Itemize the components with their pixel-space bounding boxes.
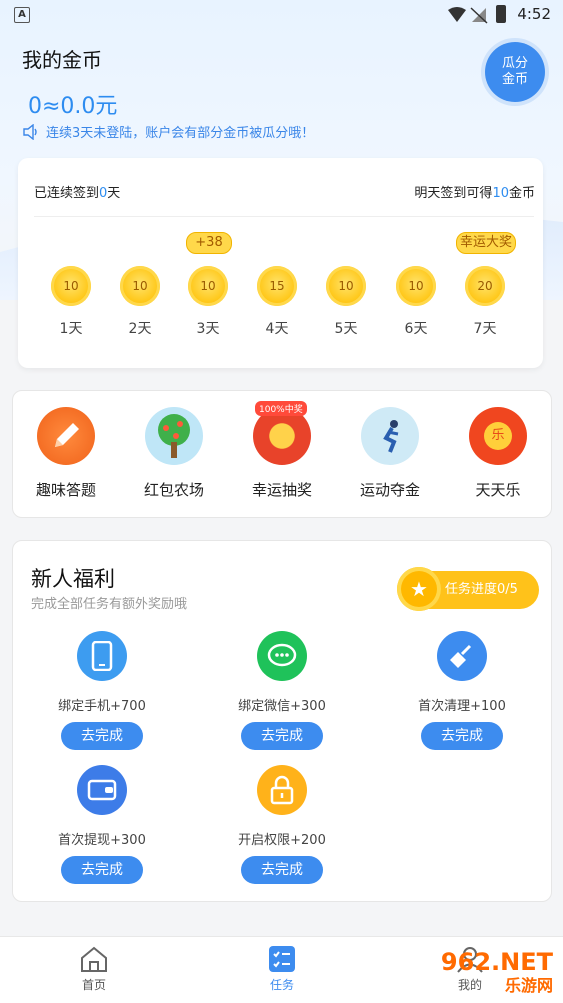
day-item[interactable]: 10 5天 (325, 266, 367, 338)
feature-grid: 趣味答题 红包农场 100%中奖 幸运抽奖 运动夺金 乐 天天乐 (12, 390, 552, 518)
day-label: 1天 (59, 321, 83, 337)
lock-icon (257, 765, 307, 815)
task-bind-wechat: 绑定微信+300 去完成 (207, 631, 357, 750)
watermark-line2: 乐游网 (504, 976, 553, 995)
feature-farm[interactable]: 红包农场 (129, 407, 219, 500)
task-go-button[interactable]: 去完成 (61, 856, 143, 884)
day-item[interactable]: 10 1天 (50, 266, 92, 338)
newbie-card: 新人福利 完成全部任务有额外奖励哦 ★ 任务进度0/5 绑定手机+700 去完成… (12, 540, 552, 902)
wheel-icon: 100%中奖 (253, 401, 311, 465)
day-label: 4天 (265, 321, 289, 337)
tab-label: 任务 (269, 978, 294, 992)
day-item[interactable]: 15 4天 (256, 266, 298, 338)
tomorrow-reward-text: 明天签到可得10金币 (414, 182, 535, 201)
wallet-icon (77, 765, 127, 815)
task-icon (269, 946, 295, 972)
watermark: 962.NET 乐游网 (441, 950, 553, 998)
status-indicator: A (14, 7, 30, 23)
task-label: 首次提现+300 (58, 833, 146, 848)
day-item[interactable]: 10 6天 (395, 266, 437, 338)
streak-text: 已连续签到0天 (34, 182, 120, 201)
badge-line1: 瓜分 (501, 56, 528, 71)
feature-label: 红包农场 (143, 481, 204, 499)
coin-icon: 10 (51, 266, 91, 306)
notice-bar: 连续3天未登陆，账户会有部分金币被瓜分哦！ (22, 122, 314, 141)
coin-icon: 15 (257, 266, 297, 306)
coin-icon: 10 (396, 266, 436, 306)
streak-suffix: 天 (107, 186, 121, 201)
split-coins-button[interactable]: 瓜分 金币 (485, 42, 545, 102)
home-icon (81, 946, 107, 972)
task-label: 绑定手机+700 (58, 699, 146, 714)
day-label: 6天 (404, 321, 428, 337)
feature-label: 趣味答题 (35, 481, 96, 499)
day-label: 2天 (128, 321, 152, 337)
status-bar: A 4:52 (0, 0, 563, 30)
prize-tag: 幸运大奖 (456, 232, 516, 254)
pencil-icon (37, 407, 95, 465)
task-go-button[interactable]: 去完成 (241, 722, 323, 750)
runner-icon (361, 407, 419, 465)
tomorrow-count: 10 (492, 186, 509, 201)
bonus-tag: +38 (186, 232, 232, 254)
phone-icon (77, 631, 127, 681)
coin-icon: 10 (326, 266, 366, 306)
task-label: 开启权限+200 (238, 833, 326, 848)
lottery-badge: 100%中奖 (255, 401, 307, 416)
status-time: 4:52 (517, 5, 551, 23)
task-go-button[interactable]: 去完成 (241, 856, 323, 884)
page-title: 我的金币 (22, 48, 102, 72)
streak-prefix: 已连续签到 (34, 186, 100, 201)
tab-label: 首页 (81, 978, 106, 992)
tomorrow-prefix: 明天签到可得 (414, 186, 493, 201)
feature-quiz[interactable]: 趣味答题 (21, 407, 111, 500)
feature-lottery[interactable]: 100%中奖 幸运抽奖 (237, 401, 327, 500)
tomorrow-suffix: 金币 (508, 186, 535, 201)
badge-line2: 金币 (501, 72, 528, 87)
task-label: 首次清理+100 (418, 699, 506, 714)
coin-balance: 0≈0.0元 (28, 94, 118, 119)
newbie-subtitle: 完成全部任务有额外奖励哦 (31, 597, 188, 612)
day-item[interactable]: 20 7天 (464, 266, 506, 338)
task-bind-phone: 绑定手机+700 去完成 (27, 631, 177, 750)
star-icon: ★ (397, 567, 441, 611)
feature-sport[interactable]: 运动夺金 (345, 407, 435, 500)
task-first-clean: 首次清理+100 去完成 (387, 631, 537, 750)
progress-text: 任务进度0/5 (445, 582, 518, 597)
speaker-icon (23, 123, 37, 140)
wechat-icon (257, 631, 307, 681)
day-item[interactable]: 10 3天 (187, 266, 229, 338)
coin-icon: 20 (465, 266, 505, 306)
redpacket-glyph: 乐 (484, 422, 512, 450)
task-progress[interactable]: ★ 任务进度0/5 (397, 567, 539, 611)
tab-task[interactable]: 任务 (242, 945, 322, 993)
notice-text: 连续3天未登陆，账户会有部分金币被瓜分哦！ (46, 126, 315, 141)
task-label: 绑定微信+300 (238, 699, 326, 714)
battery-icon (496, 5, 506, 23)
tab-home[interactable]: 首页 (54, 945, 134, 993)
tree-icon (145, 407, 203, 465)
redpacket-icon: 乐 (469, 407, 527, 465)
divider (34, 216, 534, 217)
coin-icon: 10 (188, 266, 228, 306)
day-label: 7天 (473, 321, 497, 337)
feature-label: 运动夺金 (359, 481, 420, 499)
broom-icon (437, 631, 487, 681)
feature-label: 天天乐 (475, 481, 521, 499)
day-label: 3天 (196, 321, 220, 337)
day-item[interactable]: 10 2天 (119, 266, 161, 338)
watermark-line1: 962.NET (440, 948, 553, 976)
task-go-button[interactable]: 去完成 (421, 722, 503, 750)
signin-card: 已连续签到0天 明天签到可得10金币 +38 幸运大奖 10 1天 10 2天 … (18, 158, 543, 368)
day-label: 5天 (334, 321, 358, 337)
newbie-title: 新人福利 (31, 567, 115, 591)
coin-icon: 10 (120, 266, 160, 306)
task-enable-permission: 开启权限+200 去完成 (207, 765, 357, 884)
task-go-button[interactable]: 去完成 (61, 722, 143, 750)
feature-label: 幸运抽奖 (251, 481, 312, 499)
signal-icons (448, 7, 488, 24)
feature-daily[interactable]: 乐 天天乐 (453, 407, 543, 500)
task-first-withdraw: 首次提现+300 去完成 (27, 765, 177, 884)
